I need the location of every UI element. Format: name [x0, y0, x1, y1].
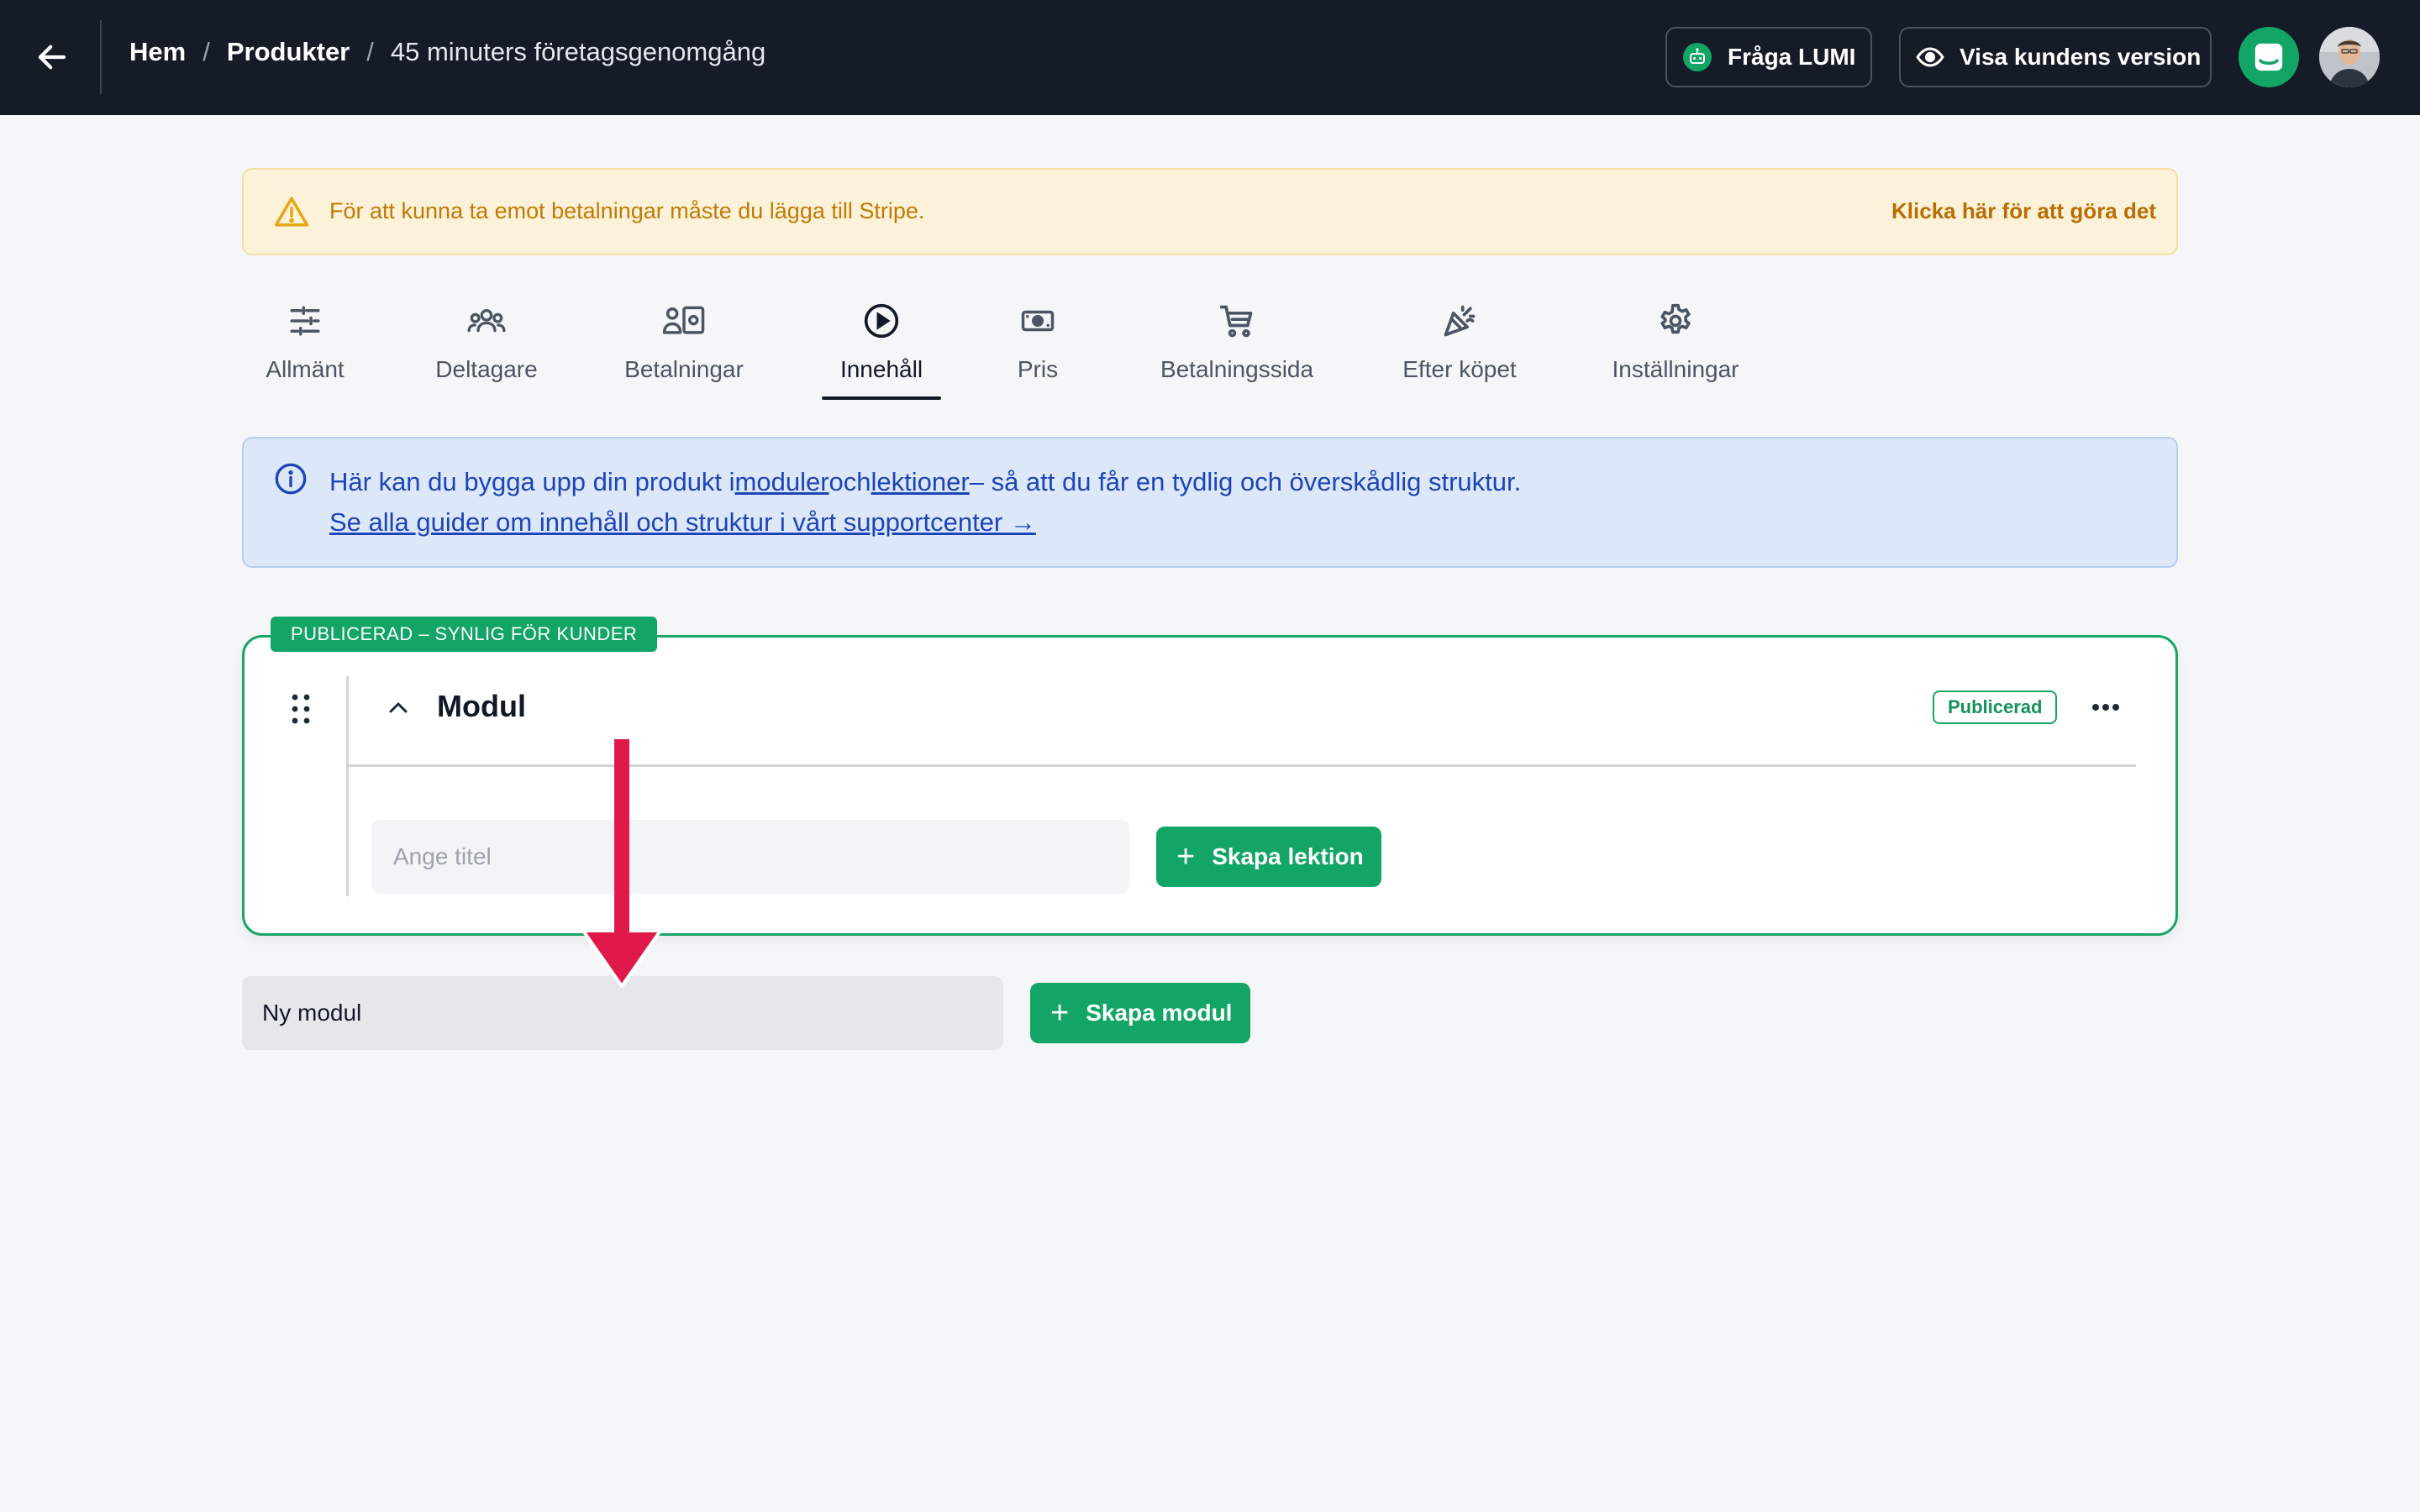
create-module-label: Skapa modul [1086, 1000, 1233, 1026]
arrow-left-icon [38, 45, 66, 70]
inbox-icon [2254, 43, 2283, 71]
customer-view-button[interactable]: Visa kundens version [1899, 27, 2212, 87]
cart-icon [1218, 299, 1255, 343]
breadcrumb-separator: / [366, 37, 374, 66]
tab-label: Efter köpet [1402, 356, 1517, 382]
tab-label: Allmänt [266, 356, 345, 382]
robot-icon [1682, 42, 1712, 72]
tab-after-purchase[interactable]: Efter köpet [1398, 299, 1521, 396]
modules-link[interactable]: moduler [735, 467, 829, 496]
app-switcher-button[interactable] [2238, 27, 2299, 87]
module-tree-line [346, 676, 349, 896]
collapse-module-button[interactable] [383, 690, 413, 724]
ask-lumi-label: Fråga LUMI [1728, 44, 1856, 70]
active-tab-indicator [822, 396, 941, 400]
warning-text: För att kunna ta emot betalningar måste … [329, 198, 925, 223]
sliders-icon [287, 299, 323, 343]
module-title[interactable]: Modul [437, 689, 526, 724]
chevron-up-icon [389, 702, 408, 713]
tab-settings[interactable]: Inställningar [1607, 299, 1744, 396]
info-mid: och [829, 467, 871, 496]
breadcrumb-current: 45 minuters företagsgenomgång [390, 37, 766, 66]
breadcrumb-products[interactable]: Produkter [227, 37, 350, 67]
stripe-warning-banner: För att kunna ta emot betalningar måste … [242, 168, 2178, 255]
tab-checkout-page[interactable]: Betalningssida [1155, 299, 1319, 396]
ask-lumi-button[interactable]: Fråga LUMI [1665, 27, 1872, 87]
tab-label: Pris [1017, 356, 1059, 382]
info-icon [274, 462, 308, 500]
tab-content[interactable]: Innehåll [822, 299, 941, 400]
warning-icon [274, 195, 309, 233]
tab-label: Inställningar [1612, 356, 1739, 382]
back-button[interactable] [25, 30, 79, 84]
more-horizontal-icon [2092, 704, 2119, 711]
user-avatar[interactable] [2319, 27, 2380, 87]
header-divider [100, 20, 102, 94]
new-module-input[interactable] [242, 976, 1003, 1050]
tab-price[interactable]: Pris [1008, 299, 1067, 396]
eye-icon [1916, 43, 1944, 71]
plus-icon: + [1050, 995, 1070, 1031]
tab-general[interactable]: Allmänt [252, 299, 358, 396]
users-icon [466, 299, 508, 343]
create-lesson-button[interactable]: + Skapa lektion [1156, 827, 1381, 887]
tab-label: Betalningssida [1160, 356, 1314, 382]
gear-icon [1657, 299, 1694, 343]
support-guides-link[interactable]: Se alla guider om innehåll och struktur … [329, 507, 1036, 538]
tab-payments[interactable]: Betalningar [620, 299, 748, 396]
breadcrumb-separator: / [203, 37, 210, 66]
tab-label: Betalningar [624, 356, 744, 382]
tab-participants[interactable]: Deltagare [425, 299, 548, 396]
create-module-button[interactable]: + Skapa modul [1030, 983, 1250, 1043]
published-badge: Publicerad [1933, 690, 2058, 724]
module-more-button[interactable] [2089, 692, 2123, 722]
tab-label: Innehåll [839, 356, 923, 382]
create-lesson-label: Skapa lektion [1212, 843, 1364, 869]
plus-icon: + [1176, 839, 1196, 874]
play-circle-icon [863, 299, 900, 343]
party-icon [1441, 299, 1478, 343]
content-info-banner: Här kan du bygga upp din produkt imodule… [242, 437, 2178, 568]
info-text: Här kan du bygga upp din produkt imodule… [329, 467, 1521, 497]
published-status-tag: PUBLICERAD – SYNLIG FÖR KUNDER [271, 617, 658, 652]
info-suffix: – så att du får en tydlig och överskådli… [969, 467, 1522, 496]
customer-view-label: Visa kundens version [1960, 44, 2202, 70]
avatar-photo [2319, 27, 2380, 87]
add-stripe-link[interactable]: Klicka här för att göra det [1891, 198, 2156, 224]
top-bar: Hem / Produkter / 45 minuters företagsge… [0, 0, 2420, 115]
payments-icon [662, 299, 706, 343]
lessons-link[interactable]: lektioner [871, 467, 970, 496]
breadcrumb: Hem / Produkter / 45 minuters företagsge… [129, 37, 765, 67]
lesson-title-input[interactable] [371, 820, 1129, 894]
banknote-icon [1019, 299, 1056, 343]
tab-label: Deltagare [435, 356, 538, 382]
breadcrumb-home[interactable]: Hem [129, 37, 186, 67]
drag-handle-icon[interactable] [289, 692, 313, 726]
module-header-divider [346, 764, 2136, 767]
info-prefix: Här kan du bygga upp din produkt i [329, 467, 735, 496]
